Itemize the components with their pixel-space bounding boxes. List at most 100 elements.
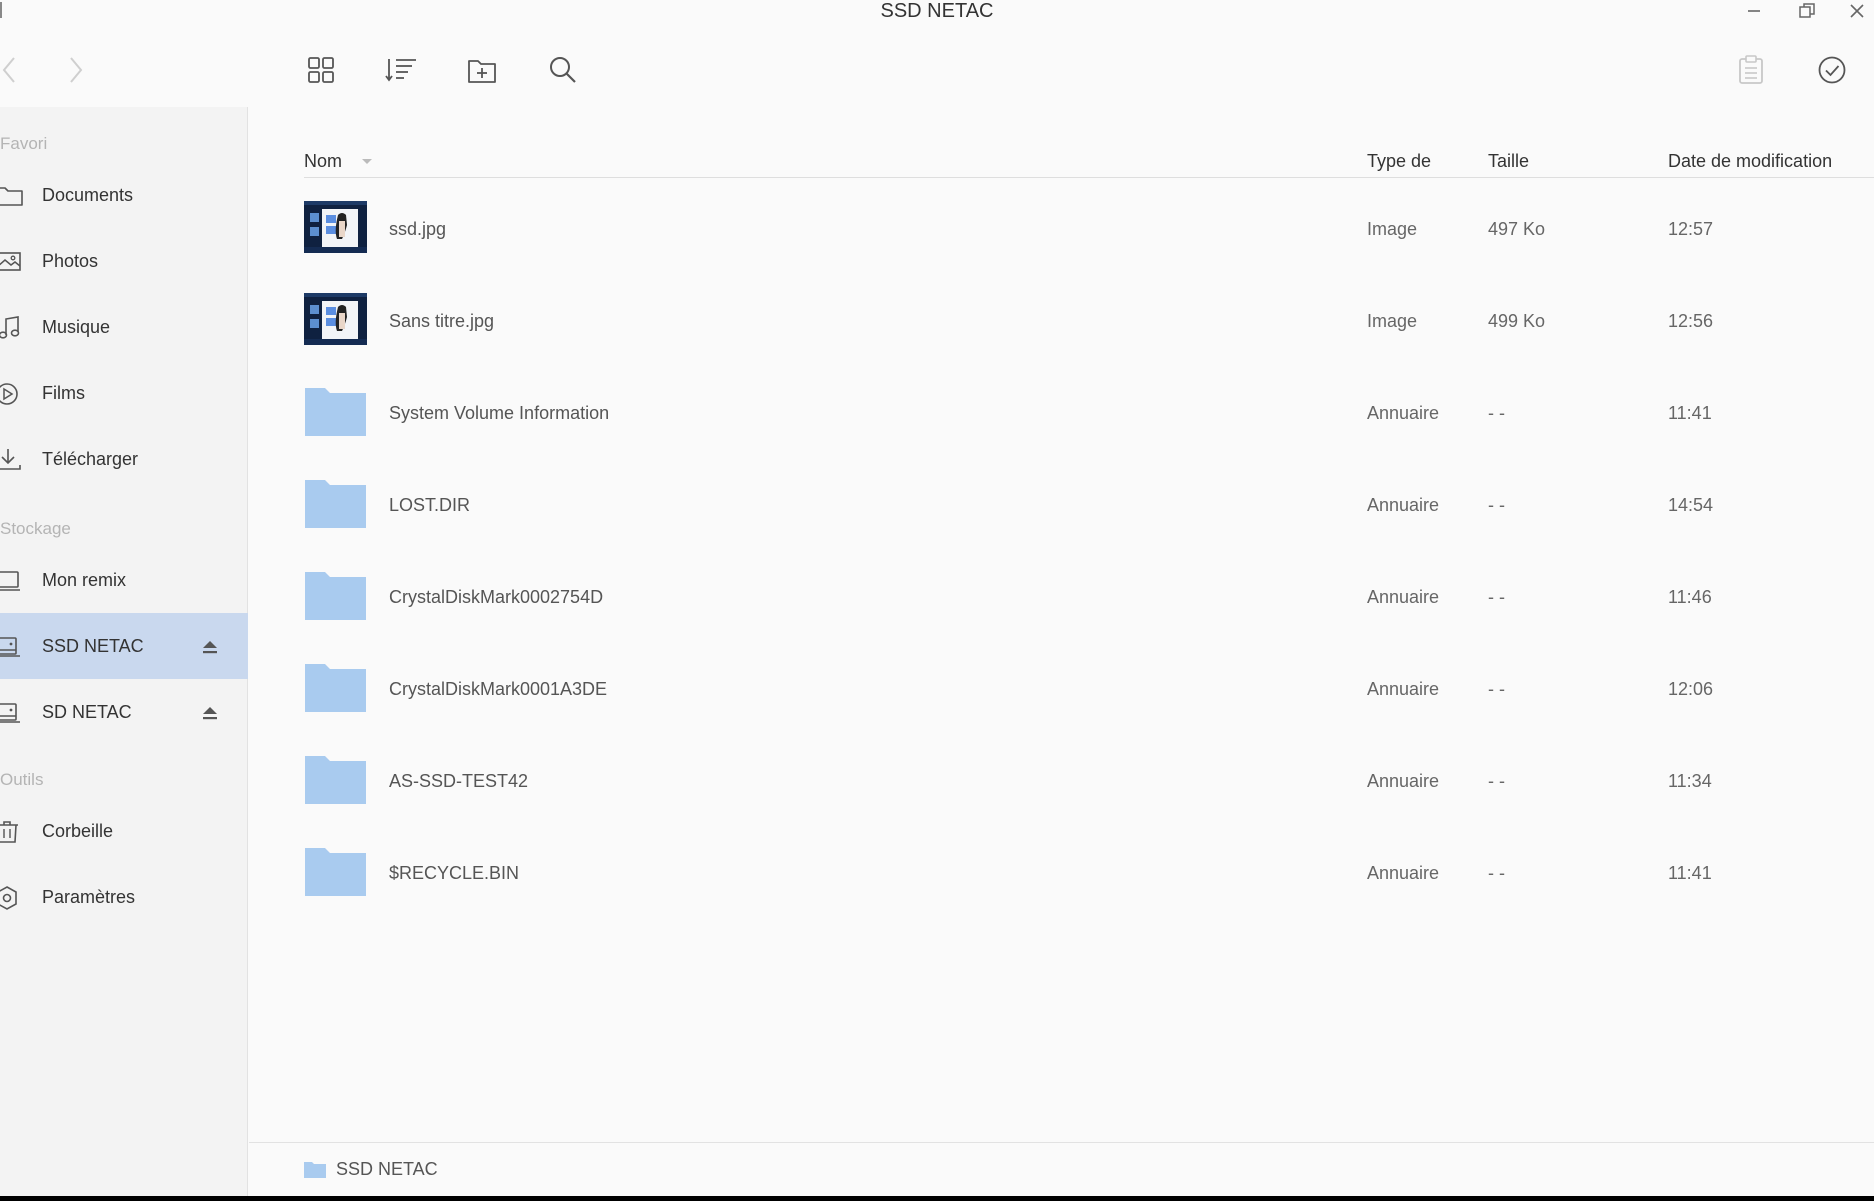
column-header-name[interactable]: Nom [304, 151, 373, 172]
eject-icon[interactable] [200, 637, 220, 657]
file-size: - - [1488, 402, 1505, 423]
sidebar-item-label: Mon remix [42, 569, 127, 590]
file-row[interactable]: LOST.DIR Annuaire - - 14:54 [304, 459, 1874, 551]
file-type: Annuaire [1367, 678, 1440, 699]
sort-list-icon [385, 59, 416, 82]
file-date: 12:56 [1668, 310, 1714, 331]
file-date: 11:41 [1668, 402, 1712, 423]
file-type: Annuaire [1367, 494, 1440, 515]
chevron-left-icon [2, 57, 15, 83]
download-icon [0, 449, 21, 470]
minimize-button[interactable] [1734, 0, 1774, 22]
file-name: CrystalDiskMark0002754D [389, 586, 604, 607]
status-bar: SSD NETAC [249, 1142, 1874, 1196]
sidebar-item-ssd-netac[interactable]: SSD NETAC [0, 613, 248, 679]
minimize-icon [1748, 10, 1760, 12]
trash-icon [0, 821, 18, 843]
sort-down-icon [362, 159, 373, 165]
eject-icon[interactable] [200, 703, 220, 723]
sidebar-item-films[interactable]: Films [0, 360, 248, 426]
sort-button[interactable] [371, 40, 431, 100]
file-size: - - [1488, 678, 1505, 699]
sidebar-item-music[interactable]: Musique [0, 294, 248, 360]
file-row[interactable]: Sans titre.jpg Image 499 Ko 12:56 [304, 275, 1874, 367]
close-icon [1850, 4, 1864, 18]
folder-icon [305, 480, 366, 528]
file-name: LOST.DIR [389, 494, 471, 515]
sidebar-item-trash[interactable]: Corbeille [0, 798, 248, 864]
file-row[interactable]: $RECYCLE.BIN Annuaire - - 11:41 [304, 827, 1874, 919]
drive-icon [0, 637, 20, 657]
window-title: SSD NETAC [880, 0, 994, 22]
new-folder-button[interactable] [452, 40, 512, 100]
sidebar-section-tools: Outils [0, 770, 44, 789]
back-button[interactable] [0, 40, 40, 100]
column-header-name-label: Nom [304, 151, 343, 171]
column-header-size[interactable]: Taille [1488, 151, 1529, 172]
search-icon [550, 57, 576, 83]
file-list-pane: Nom Type de Taille Date de modification … [249, 107, 1874, 1196]
sidebar-section-storage: Stockage [0, 519, 71, 538]
file-size: 497 Ko [1488, 218, 1546, 239]
sidebar-item-label: Photos [42, 250, 99, 271]
play-icon [0, 383, 18, 405]
clipboard-button[interactable] [1721, 40, 1781, 100]
folder-icon [305, 664, 366, 712]
restore-button[interactable] [1787, 0, 1827, 22]
sidebar-item-photos[interactable]: Photos [0, 228, 248, 294]
sidebar: Favori Documents Photos Musique Films Té… [0, 107, 248, 1196]
toolbar [0, 40, 1874, 100]
file-name: CrystalDiskMark0001A3DE [389, 678, 608, 699]
sidebar-item-label: Corbeille [42, 820, 114, 841]
file-date: 11:41 [1668, 862, 1712, 883]
music-icon [0, 316, 20, 339]
file-date: 12:57 [1668, 218, 1714, 239]
sidebar-item-documents[interactable]: Documents [0, 162, 248, 228]
grid-view-button[interactable] [291, 40, 351, 100]
file-type: Annuaire [1367, 586, 1440, 607]
file-row[interactable]: AS-SSD-TEST42 Annuaire - - 11:34 [304, 735, 1874, 827]
file-row[interactable]: CrystalDiskMark0002754D Annuaire - - 11:46 [304, 551, 1874, 643]
folder-icon [305, 756, 366, 804]
image-icon [0, 252, 21, 271]
file-name: ssd.jpg [389, 218, 447, 239]
select-mode-button[interactable] [1802, 40, 1862, 100]
sidebar-item-label: Musique [42, 316, 111, 337]
file-date: 14:54 [1668, 494, 1714, 515]
sidebar-item-label: SSD NETAC [42, 635, 144, 656]
image-thumbnail-icon [304, 201, 367, 253]
computer-icon [0, 571, 20, 591]
header-divider [304, 177, 1874, 178]
title-bar: SSD NETAC [0, 0, 1874, 24]
file-type: Image [1367, 310, 1418, 331]
file-name: Sans titre.jpg [389, 310, 495, 331]
file-row[interactable]: CrystalDiskMark0001A3DE Annuaire - - 12:06 [304, 643, 1874, 735]
forward-button[interactable] [45, 40, 105, 100]
column-header-type[interactable]: Type de [1367, 151, 1431, 172]
image-thumbnail-icon [304, 293, 367, 345]
folder-icon [305, 848, 366, 896]
file-size: - - [1488, 862, 1505, 883]
file-row[interactable]: ssd.jpg Image 497 Ko 12:57 [304, 183, 1874, 275]
drive-icon [0, 703, 20, 723]
file-name: AS-SSD-TEST42 [389, 770, 529, 791]
sidebar-item-label: Films [42, 382, 85, 403]
search-button[interactable] [533, 40, 593, 100]
close-button[interactable] [1840, 0, 1874, 22]
sidebar-item-downloads[interactable]: Télécharger [0, 426, 248, 492]
folder-icon [305, 572, 366, 620]
file-size: - - [1488, 770, 1505, 791]
sidebar-item-mon-remix[interactable]: Mon remix [0, 547, 248, 613]
file-date: 11:46 [1668, 586, 1712, 607]
folder-icon [304, 1162, 326, 1178]
file-date: 11:34 [1668, 770, 1712, 791]
sidebar-item-label: Télécharger [42, 448, 139, 469]
sidebar-item-settings[interactable]: Paramètres [0, 864, 248, 930]
column-header-date[interactable]: Date de modification [1668, 151, 1832, 172]
file-date: 12:06 [1668, 678, 1714, 699]
file-manager-window: SSD NETAC Favori Documents Photos Musiqu… [0, 0, 1874, 1196]
grid-view-icon [308, 57, 334, 83]
sidebar-item-sd-netac[interactable]: SD NETAC [0, 679, 248, 745]
file-row[interactable]: System Volume Information Annuaire - - 11:4… [304, 367, 1874, 459]
file-type: Annuaire [1367, 770, 1440, 791]
